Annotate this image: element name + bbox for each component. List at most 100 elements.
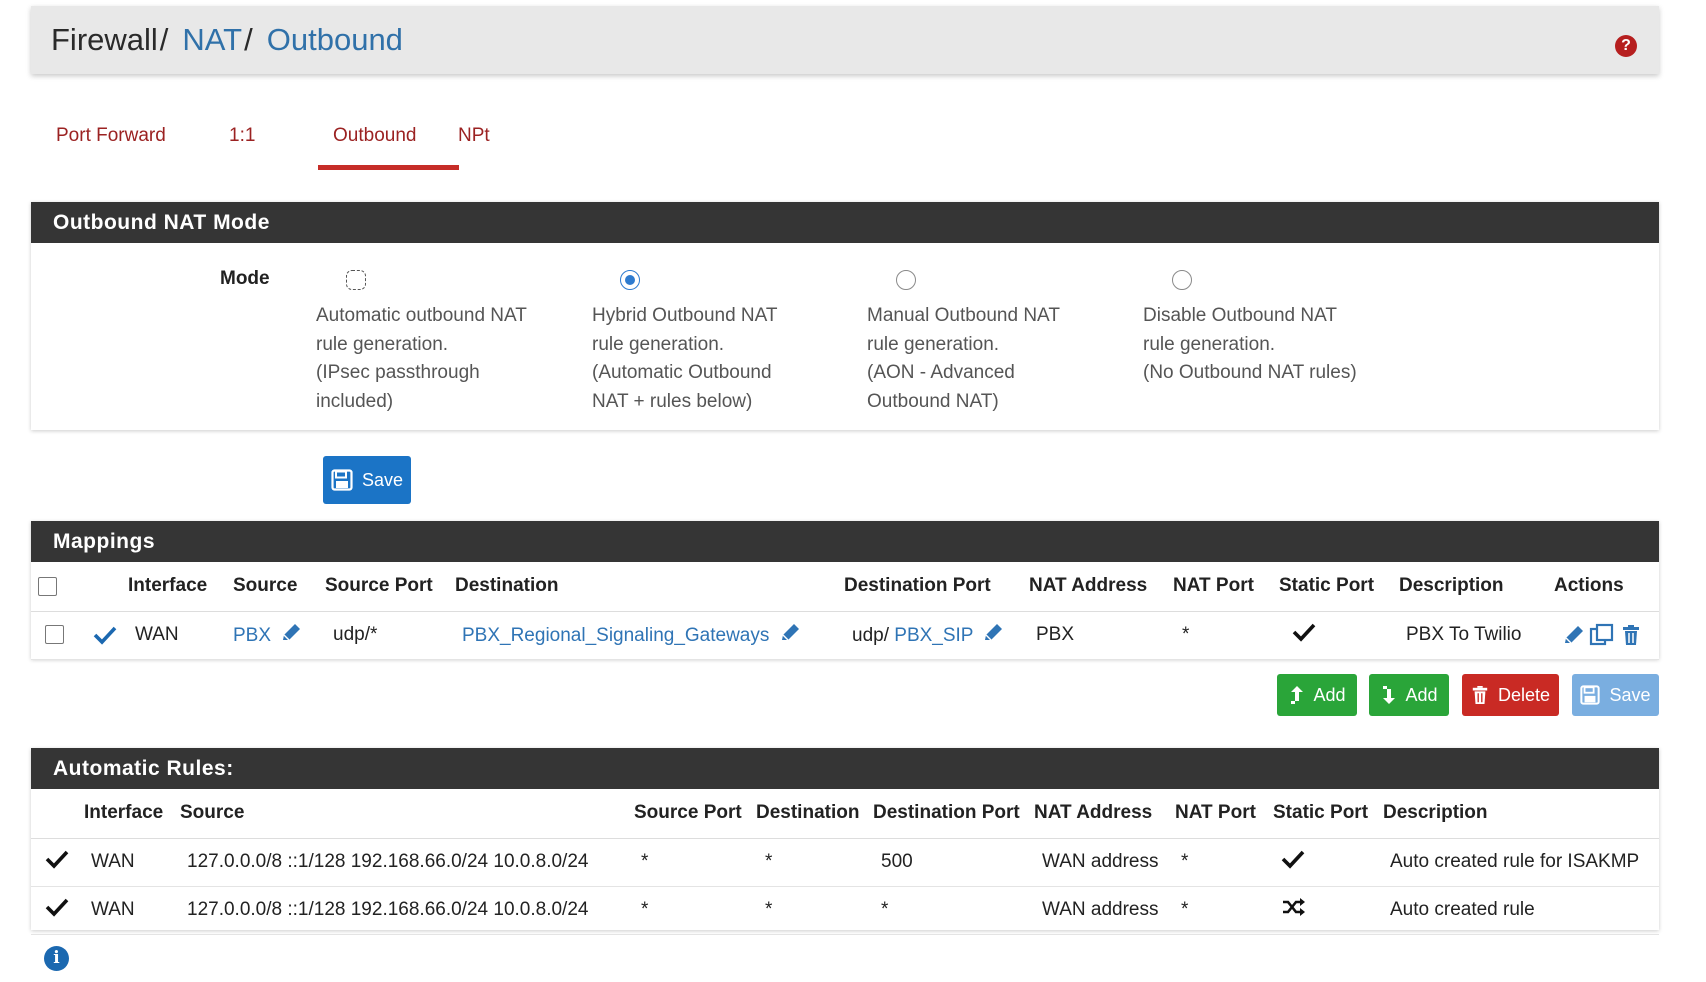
mode-option-hybrid-text: Hybrid Outbound NAT rule generation. (Au… (592, 302, 778, 416)
source-alias-link[interactable]: PBX (233, 625, 271, 646)
pencil-icon[interactable] (779, 623, 801, 643)
table-row: WAN 127.0.0.0/8 ::1/128 192.168.66.0/24 … (31, 886, 1659, 935)
arrow-up-icon (1291, 686, 1304, 704)
floppy-disk-icon (331, 469, 353, 491)
cell-nat-port: * (1173, 611, 1279, 660)
cell-destination: * (756, 886, 873, 935)
dest-port-alias-link[interactable]: PBX_SIP (894, 625, 973, 646)
active-tab-indicator (318, 165, 459, 170)
breadcrumb: Firewall/NAT/Outbound (51, 22, 403, 57)
cell-destination: * (756, 838, 873, 887)
check-icon (1281, 850, 1305, 869)
breadcrumb-nat-link[interactable]: NAT (182, 22, 242, 57)
save-rules-label: Save (1609, 684, 1651, 705)
mode-text-line: Disable Outbound NAT (1143, 305, 1337, 326)
cell-source-port: * (634, 886, 756, 935)
table-row[interactable]: WAN PBX udp/* PBX_Regional_Signaling_Gat… (31, 611, 1659, 660)
mode-text-line: (AON - Advanced (867, 362, 1015, 383)
table-header: Interface Source Source Port Destination… (31, 789, 1659, 839)
mode-text-line: Manual Outbound NAT (867, 305, 1060, 326)
column-header: Destination (455, 562, 844, 612)
cell-nat-port: * (1175, 886, 1273, 935)
mode-label: Mode (220, 268, 270, 289)
cell-destination-port: udp/ PBX_SIP (844, 611, 1029, 660)
column-header: Destination (756, 789, 873, 839)
tab-port-forward[interactable]: Port Forward (56, 125, 166, 147)
cell-source-port: udp/* (325, 611, 455, 660)
cell-static-port (1273, 838, 1383, 887)
cell-destination-port: 500 (873, 838, 1034, 887)
breadcrumb-separator: / (159, 22, 169, 57)
dest-port-prefix: udp/ (852, 625, 889, 646)
column-header: NAT Port (1175, 789, 1273, 839)
column-header: Interface (84, 789, 180, 839)
question-circle-icon[interactable]: ? (1615, 35, 1637, 57)
save-mode-button[interactable]: Save (323, 456, 411, 504)
cell-nat-address: WAN address (1034, 838, 1175, 887)
check-icon (45, 850, 69, 869)
info-icon[interactable]: i (44, 946, 69, 971)
add-rule-top-button[interactable]: Add (1277, 674, 1357, 716)
breadcrumb-outbound-link[interactable]: Outbound (267, 22, 403, 57)
pencil-icon[interactable] (1562, 624, 1584, 646)
outbound-nat-mode-panel: Outbound NAT Mode Mode Automatic outboun… (31, 202, 1659, 430)
enabled-check-icon[interactable] (93, 625, 117, 645)
check-icon (45, 898, 69, 917)
column-header: Destination Port (844, 562, 1029, 612)
mode-text-line: (Automatic Outbound (592, 362, 772, 383)
mode-text-line: Automatic outbound NAT (316, 305, 527, 326)
tab-one-to-one[interactable]: 1:1 (229, 125, 255, 147)
row-checkbox[interactable] (45, 625, 64, 645)
mode-text-line: rule generation. (316, 333, 449, 355)
mode-option-disable-text: Disable Outbound NAT rule generation. (N… (1143, 302, 1357, 388)
row-select-cell (31, 611, 128, 660)
tab-npt[interactable]: NPt (458, 125, 490, 147)
arrow-down-icon (1383, 686, 1396, 704)
column-header: Static Port (1279, 562, 1399, 612)
add-rule-bottom-button[interactable]: Add (1369, 674, 1449, 716)
column-header: Source Port (634, 789, 756, 839)
table-row: WAN 127.0.0.0/8 ::1/128 192.168.66.0/24 … (31, 838, 1659, 887)
cell-nat-address: WAN address (1034, 886, 1175, 935)
cell-source: PBX (233, 611, 325, 660)
destination-alias-link[interactable]: PBX_Regional_Signaling_Gateways (462, 625, 769, 646)
automatic-rules-table: Interface Source Source Port Destination… (31, 789, 1659, 935)
column-header: Source (233, 562, 325, 612)
save-rules-button[interactable]: Save (1572, 674, 1659, 716)
pencil-icon[interactable] (280, 623, 302, 643)
radio-automatic[interactable] (346, 270, 366, 290)
column-header: Description (1399, 562, 1554, 612)
add-bottom-label: Add (1405, 684, 1438, 705)
mode-option-automatic-text: Automatic outbound NAT rule generation. … (316, 302, 527, 416)
column-header: Source Port (325, 562, 455, 612)
cell-actions (1554, 611, 1659, 660)
mode-text-line: (IPsec passthrough (316, 362, 480, 383)
cell-enabled (31, 838, 84, 887)
column-header-status (31, 789, 84, 839)
pencil-icon[interactable] (982, 623, 1004, 643)
column-header: Description (1383, 789, 1659, 839)
tab-outbound[interactable]: Outbound (333, 125, 416, 147)
panel-heading: Automatic Rules: (31, 748, 1659, 789)
mode-option-manual-text: Manual Outbound NAT rule generation. (AO… (867, 302, 1060, 416)
cell-nat-address: PBX (1029, 611, 1173, 660)
select-all-checkbox[interactable] (38, 576, 57, 596)
cell-static-port (1279, 611, 1399, 660)
cell-description: Auto created rule (1383, 886, 1659, 935)
automatic-rules-panel: Automatic Rules: Interface Source Source… (31, 748, 1659, 935)
delete-rules-button[interactable]: Delete (1462, 674, 1559, 716)
copy-icon[interactable] (1589, 623, 1615, 647)
radio-disable[interactable] (1172, 270, 1192, 290)
panel-heading: Outbound NAT Mode (31, 202, 1659, 243)
floppy-disk-icon (1580, 685, 1601, 705)
check-icon (1292, 623, 1316, 642)
panel-heading: Mappings (31, 521, 1659, 562)
breadcrumb-firewall: Firewall (51, 22, 158, 57)
cell-enabled (31, 886, 84, 935)
trash-icon[interactable] (1621, 624, 1641, 646)
shuffle-icon (1283, 898, 1305, 916)
cell-interface: WAN (128, 611, 233, 660)
cell-static-port (1273, 886, 1383, 935)
radio-manual[interactable] (896, 270, 916, 290)
radio-hybrid[interactable] (620, 270, 640, 290)
